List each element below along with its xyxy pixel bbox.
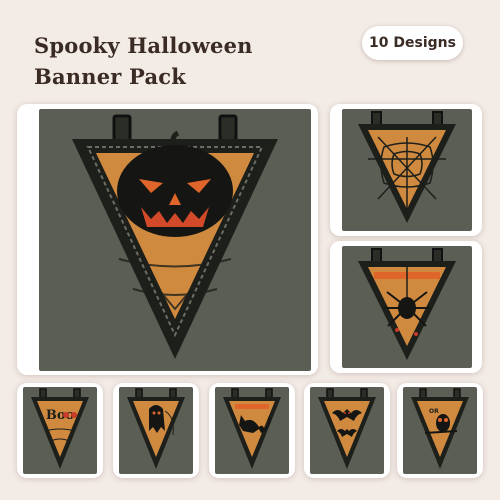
design-card-ghost[interactable] — [113, 383, 199, 478]
design-card-boo[interactable]: Boo — [17, 383, 103, 478]
boo-photo: Boo — [23, 387, 97, 474]
design-card-spider[interactable] — [330, 241, 482, 373]
spider-web-banner-icon — [358, 111, 456, 223]
owl-banner-icon: OR — [411, 388, 469, 469]
bats-photo — [310, 387, 384, 474]
design-card-cat[interactable] — [209, 383, 295, 478]
design-card-bats[interactable] — [304, 383, 390, 478]
pack-title: Spooky Halloween Banner Pack — [34, 30, 253, 92]
owl-photo: OR — [403, 387, 477, 474]
hanging-spider-photo — [342, 246, 472, 368]
title-line-1: Spooky Halloween — [34, 33, 253, 58]
svg-text:OR: OR — [429, 408, 439, 415]
ghost-photo — [119, 387, 193, 474]
hanging-spider-banner-icon — [358, 248, 456, 360]
designs-count-badge: 10 Designs — [362, 26, 463, 60]
title-line-2: Banner Pack — [34, 64, 186, 89]
featured-design-card[interactable] — [17, 104, 318, 375]
jack-o-lantern-banner-icon — [72, 114, 278, 359]
featured-design-photo — [39, 109, 311, 371]
design-card-owl[interactable]: OR — [397, 383, 483, 478]
bat-banner-icon — [318, 388, 376, 469]
svg-text:Boo: Boo — [46, 408, 75, 423]
black-cat-banner-icon — [223, 388, 281, 469]
boo-banner-icon: Boo — [31, 388, 89, 469]
ghost-banner-icon — [127, 388, 185, 469]
spider-web-photo — [342, 109, 472, 231]
design-card-spider-web[interactable] — [330, 104, 482, 236]
cat-photo — [215, 387, 289, 474]
